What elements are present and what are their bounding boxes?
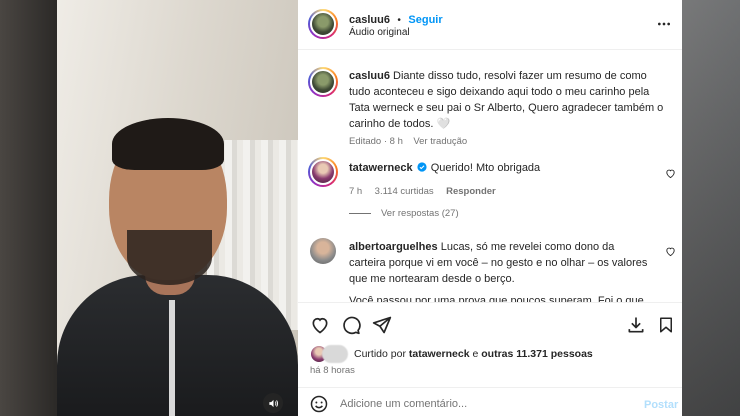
share-button[interactable] <box>370 313 394 337</box>
comment-1-time: 7 h <box>349 186 363 197</box>
author-avatar[interactable] <box>308 9 338 39</box>
comment-1-like-button[interactable] <box>664 167 676 179</box>
video-person-zipper <box>169 300 175 416</box>
post-time[interactable]: há 8 horas <box>310 365 355 376</box>
comment-2: albertoarguelhes Lucas, só me revelei co… <box>349 239 654 287</box>
paper-plane-icon <box>372 316 392 334</box>
reel-video[interactable] <box>57 0 298 416</box>
liked-by[interactable]: Curtido por tatawerneck e outras 11.371 … <box>354 348 593 360</box>
emoji-smile-icon <box>310 395 328 413</box>
caption-edited-time: Editado · 8 h <box>349 136 403 147</box>
liked-by-others[interactable]: outras 11.371 pessoas <box>481 348 593 360</box>
backdrop-shade <box>682 0 740 416</box>
video-person-jacket <box>57 275 298 416</box>
caption-text: Diante disso tudo, resolvi fazer um resu… <box>349 70 664 130</box>
liked-by-mid: e <box>472 348 479 360</box>
comment-1: tatawerneck Querido! Mto obrigada <box>349 160 649 176</box>
comment-1-text: Querido! Mto obrigada <box>430 162 541 174</box>
download-button[interactable] <box>624 313 648 337</box>
comment-button[interactable] <box>339 313 363 337</box>
header-separator: • <box>397 15 401 26</box>
comment-avatar-albertoarguelhes[interactable] <box>310 238 336 264</box>
liked-by-prefix: Curtido por <box>354 348 406 360</box>
comment-2-like-button[interactable] <box>664 245 676 257</box>
comment-composer: Postar <box>298 387 682 416</box>
heart-outline-icon <box>665 169 675 178</box>
more-options-button[interactable] <box>654 14 674 34</box>
post-header: casluu6 • Seguir Áudio original <box>298 0 682 50</box>
comment-1-reply-button[interactable]: Responder <box>446 186 496 197</box>
view-replies-button[interactable]: Ver respostas (27) <box>349 208 459 219</box>
save-button[interactable] <box>654 313 678 337</box>
view-replies-label: Ver respostas (27) <box>381 208 459 219</box>
caption-username[interactable]: casluu6 <box>349 70 390 82</box>
bookmark-icon <box>660 317 672 333</box>
action-bar: Curtido por tatawerneck e outras 11.371 … <box>298 302 682 386</box>
liked-by-avatars[interactable] <box>310 345 350 363</box>
comment-1-likes[interactable]: 3.114 curtidas <box>375 186 434 197</box>
audio-toggle-button[interactable] <box>263 393 283 413</box>
speaker-icon <box>268 399 278 407</box>
caption: casluu6 Diante disso tudo, resolvi fazer… <box>349 68 667 132</box>
comment-2-overflow: Você passou por uma prova que poucos sup… <box>349 295 644 302</box>
heart-outline-icon <box>665 247 675 256</box>
heart-icon <box>312 317 328 334</box>
like-button[interactable] <box>308 313 332 337</box>
video-person-beard <box>127 230 212 285</box>
more-horizontal-icon <box>658 22 670 26</box>
emoji-button[interactable] <box>309 394 329 414</box>
post-comment-button[interactable]: Postar <box>644 399 678 411</box>
replies-divider <box>349 213 371 214</box>
audio-label[interactable]: Áudio original <box>349 27 410 38</box>
comment-avatar-tatawerneck[interactable] <box>308 157 338 187</box>
translate-link[interactable]: Ver tradução <box>413 136 467 147</box>
comment-bubble-icon <box>343 316 361 335</box>
comment-input[interactable] <box>340 395 630 413</box>
author-username[interactable]: casluu6 <box>349 14 390 26</box>
download-icon <box>628 317 644 333</box>
comment-1-username[interactable]: tatawerneck <box>349 162 413 174</box>
post-panel: casluu6 • Seguir Áudio original casluu6 … <box>298 0 682 416</box>
follow-button[interactable]: Seguir <box>408 14 442 26</box>
caption-avatar[interactable] <box>308 67 338 97</box>
liked-by-avatar-2 <box>322 345 348 363</box>
liked-by-user[interactable]: tatawerneck <box>409 348 470 360</box>
video-person-hair <box>112 118 224 170</box>
comments-list[interactable]: casluu6 Diante disso tudo, resolvi fazer… <box>298 50 682 302</box>
verified-badge-icon <box>417 162 427 172</box>
comment-2-username[interactable]: albertoarguelhes <box>349 241 438 253</box>
